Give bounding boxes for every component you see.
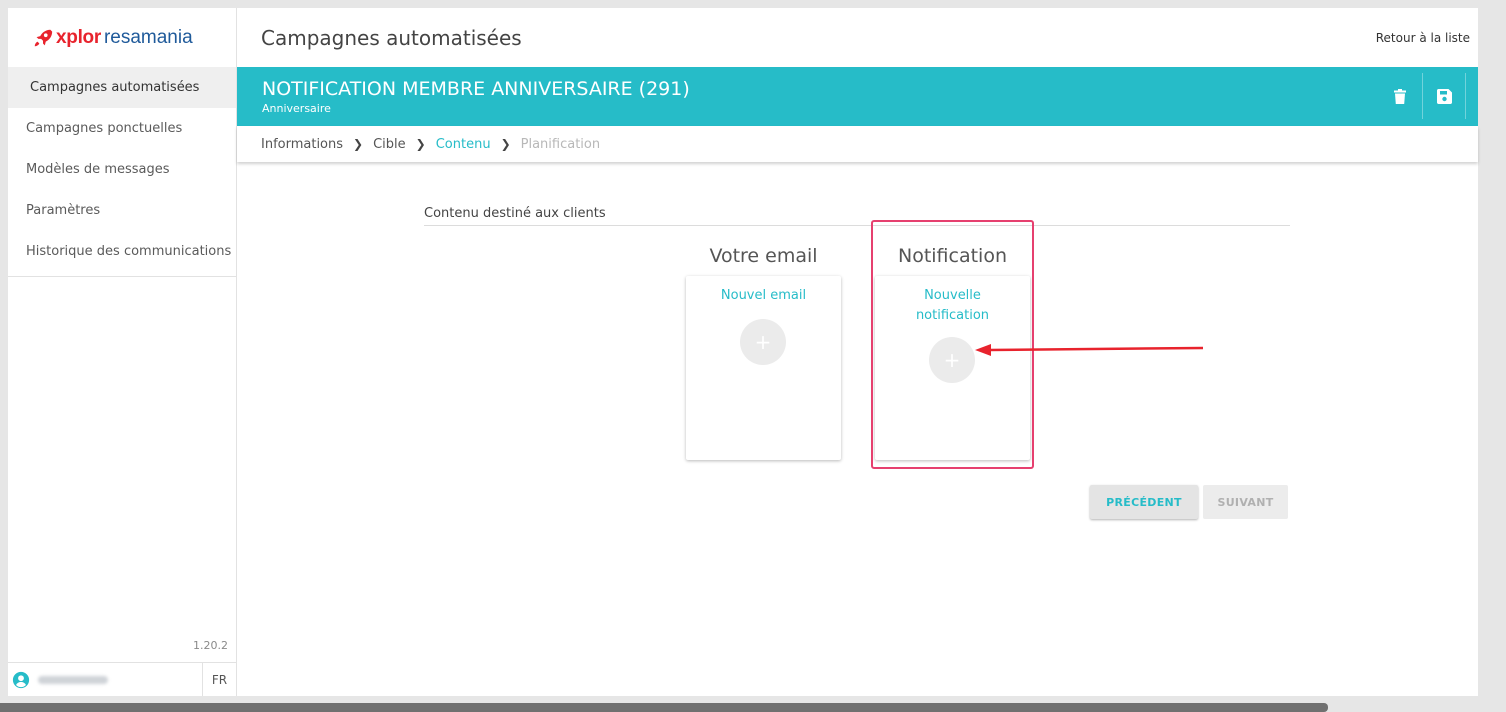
sidebar-divider — [8, 276, 236, 277]
breadcrumb-step-informations[interactable]: Informations — [261, 137, 343, 152]
campaign-banner: NOTIFICATION MEMBRE ANNIVERSAIRE (291) A… — [237, 67, 1478, 126]
chevron-right-icon: ❯ — [415, 137, 426, 151]
horizontal-scrollbar[interactable] — [0, 703, 1328, 712]
breadcrumb: Informations ❯ Cible ❯ Contenu ❯ Planifi… — [237, 126, 1478, 162]
sidebar: xplor resamania Campagnes automatisées C… — [8, 8, 237, 696]
new-email-link[interactable]: Nouvel email — [686, 276, 841, 306]
save-button[interactable] — [1422, 73, 1466, 119]
new-email-card[interactable]: Nouvel email + — [686, 276, 841, 460]
language-selector[interactable]: FR — [202, 663, 236, 696]
previous-button[interactable]: PRÉCÉDENT — [1090, 485, 1198, 519]
brand-name-xplor: xplor — [56, 26, 101, 48]
sidebar-item-campagnes-ponctuelles[interactable]: Campagnes ponctuelles — [8, 108, 236, 149]
brand-name-resamania: resamania — [103, 26, 193, 48]
user-bar: FR — [8, 662, 236, 696]
plus-icon[interactable]: + — [740, 319, 786, 365]
logo[interactable]: xplor resamania — [8, 8, 236, 67]
user-avatar-icon[interactable] — [12, 671, 30, 689]
save-icon — [1436, 88, 1452, 104]
section-title: Contenu destiné aux clients — [424, 206, 606, 221]
chevron-right-icon: ❯ — [500, 137, 511, 151]
chevron-right-icon: ❯ — [353, 137, 364, 151]
campaign-subtitle: Anniversaire — [262, 102, 331, 115]
banner-actions — [1378, 73, 1466, 119]
top-bar: Campagnes automatisées Retour à la liste — [237, 8, 1478, 67]
back-to-list-link[interactable]: Retour à la liste — [1376, 31, 1470, 45]
app-version: 1.20.2 — [193, 639, 228, 652]
campaign-title: NOTIFICATION MEMBRE ANNIVERSAIRE (291) — [262, 78, 690, 100]
trash-icon — [1394, 88, 1406, 104]
breadcrumb-step-planification: Planification — [520, 136, 601, 152]
annotation-arrow-icon — [975, 344, 1204, 356]
page-title: Campagnes automatisées — [261, 25, 522, 50]
breadcrumb-step-cible[interactable]: Cible — [373, 137, 406, 152]
user-name-redacted[interactable] — [38, 675, 108, 684]
rocket-icon — [34, 29, 53, 46]
email-column-title: Votre email — [709, 245, 818, 267]
sidebar-item-campagnes-automatisees[interactable]: Campagnes automatisées — [8, 67, 236, 108]
next-button[interactable]: SUIVANT — [1203, 485, 1288, 519]
app-window: xplor resamania Campagnes automatisées C… — [8, 8, 1478, 696]
sidebar-item-historique[interactable]: Historique des communications — [8, 231, 236, 272]
main-content: Campagnes automatisées Retour à la liste… — [237, 8, 1478, 696]
section-divider — [424, 225, 1290, 226]
sidebar-item-modeles-de-messages[interactable]: Modèles de messages — [8, 149, 236, 190]
breadcrumb-step-contenu[interactable]: Contenu — [436, 137, 491, 152]
sidebar-item-parametres[interactable]: Paramètres — [8, 190, 236, 231]
delete-button[interactable] — [1378, 73, 1422, 119]
sidebar-nav: Campagnes automatisées Campagnes ponctue… — [8, 67, 236, 272]
